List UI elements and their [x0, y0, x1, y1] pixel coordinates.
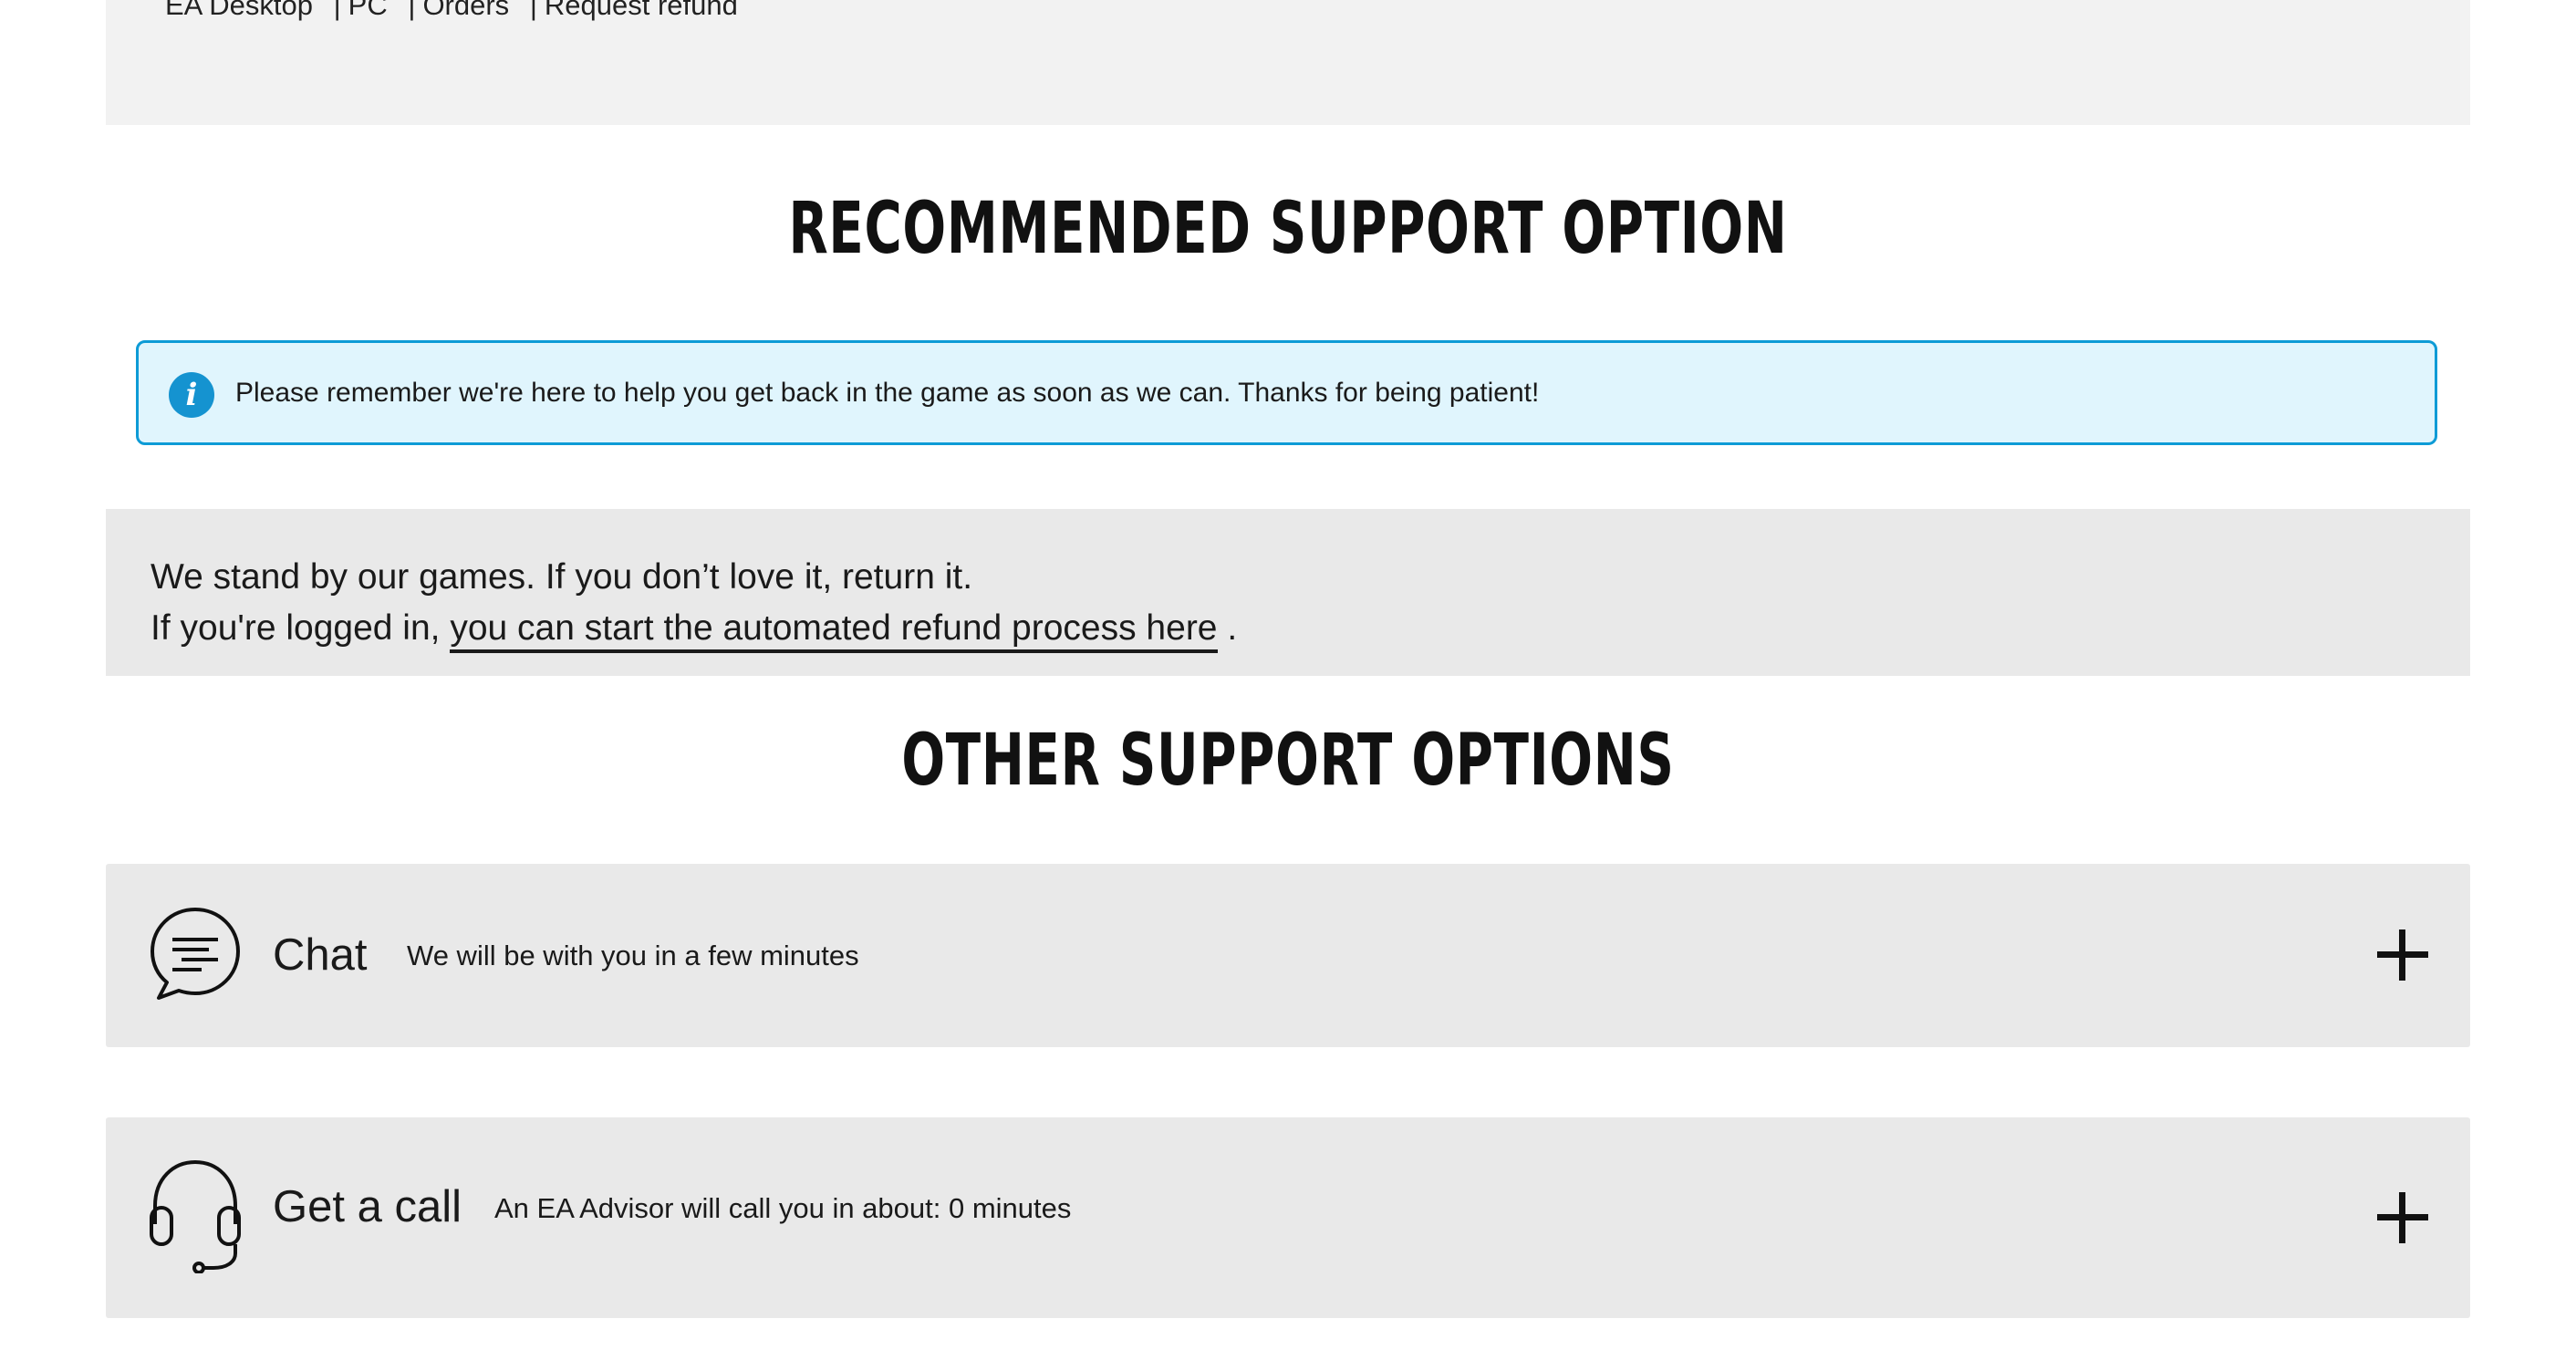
refund-message: We stand by our games. If you don’t love… — [151, 557, 973, 597]
chat-bubble-icon — [151, 908, 240, 1000]
get-a-call-option-description: An EA Advisor will call you in about: 0 … — [494, 1192, 1072, 1224]
breadcrumb: EA Desktop | PC | Orders | Request refund — [165, 0, 738, 24]
breadcrumb-item-orders[interactable]: Orders — [422, 0, 509, 24]
breadcrumb-item-ea-desktop[interactable]: EA Desktop — [165, 0, 313, 24]
chat-option[interactable]: Chat We will be with you in a few minute… — [106, 864, 2470, 1047]
get-a-call-option-title: Get a call — [273, 1182, 462, 1231]
chat-option-description: We will be with you in a few minutes — [407, 940, 859, 971]
breadcrumb-separator: | — [408, 0, 416, 21]
recommended-support-heading: RECOMMENDED SUPPORT OPTION — [788, 188, 1788, 270]
breadcrumb-item-request-refund[interactable]: Request refund — [545, 0, 738, 24]
refund-panel: We stand by our games. If you don’t love… — [106, 509, 2470, 676]
info-banner: i Please remember we're here to help you… — [136, 340, 2437, 445]
other-support-heading: OTHER SUPPORT OPTIONS — [901, 720, 1675, 802]
breadcrumb-separator: | — [529, 0, 537, 21]
info-banner-text: Please remember we're here to help you g… — [235, 378, 1540, 408]
refund-instructions-prefix: If you're logged in, — [151, 608, 451, 648]
page: EA Desktop | PC | Orders | Request refund R… — [0, 0, 2576, 1350]
breadcrumb-panel: EA Desktop | PC | Orders | Request refund — [106, 0, 2470, 125]
refund-instructions: If you're logged in, you can start the a… — [151, 606, 1238, 653]
automated-refund-link[interactable]: you can start the automated refund proce… — [450, 608, 1218, 653]
info-icon: i — [169, 372, 214, 418]
breadcrumb-item-pc[interactable]: PC — [348, 0, 388, 24]
breadcrumb-separator: | — [333, 0, 341, 21]
chat-option-title: Chat — [273, 930, 368, 980]
get-a-call-option[interactable]: Get a call An EA Advisor will call you i… — [106, 1117, 2470, 1318]
refund-instructions-suffix: . — [1217, 608, 1238, 648]
chat-expand-plus-icon[interactable] — [2377, 929, 2428, 981]
headset-icon — [150, 1159, 241, 1273]
get-a-call-expand-plus-icon[interactable] — [2377, 1192, 2428, 1243]
